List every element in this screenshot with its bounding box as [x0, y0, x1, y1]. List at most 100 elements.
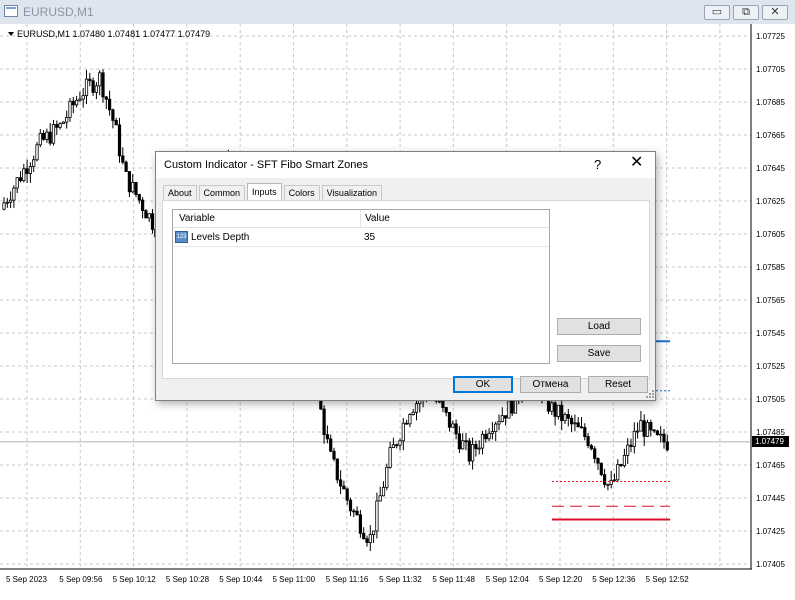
- help-button[interactable]: ?: [594, 157, 601, 172]
- candle-body: [401, 422, 405, 442]
- candle-body: [616, 464, 620, 481]
- candle-body: [550, 402, 554, 412]
- candle-body: [395, 444, 399, 447]
- candle-body: [467, 440, 471, 462]
- close-dialog-button[interactable]: ✕: [630, 155, 643, 171]
- candle-body: [8, 199, 13, 203]
- candle-body: [91, 80, 95, 93]
- column-header-variable[interactable]: Variable: [179, 213, 215, 224]
- candle-body: [355, 510, 359, 516]
- candle-body: [411, 411, 415, 415]
- candle-body: [365, 538, 369, 543]
- candle-body: [12, 187, 16, 201]
- candle-body: [612, 479, 617, 482]
- candle-body: [619, 464, 623, 467]
- candle-body: [342, 485, 346, 490]
- variable-value[interactable]: 35: [364, 232, 375, 243]
- window-titlebar: EURUSD,M1 ▭ ⧉ ✕: [0, 0, 795, 25]
- save-button[interactable]: Save: [557, 345, 641, 362]
- candle-body: [25, 168, 29, 174]
- price-axis-label: 1.07605: [756, 230, 785, 239]
- candle-body: [68, 100, 72, 118]
- cancel-button[interactable]: Отмена: [520, 376, 581, 393]
- tab-colors[interactable]: Colors: [283, 185, 320, 200]
- candle-body: [38, 132, 42, 146]
- column-divider[interactable]: [360, 210, 361, 227]
- candle-body: [586, 436, 590, 447]
- candle-body: [325, 434, 330, 440]
- candle-body: [553, 402, 557, 417]
- candle-body: [603, 474, 607, 485]
- candle-body: [609, 479, 613, 485]
- candle-body: [593, 448, 597, 459]
- candle-body: [566, 414, 570, 419]
- candle-body: [477, 447, 481, 450]
- price-axis-label: 1.07425: [756, 527, 785, 536]
- candle-body: [642, 420, 646, 437]
- candle-body: [404, 422, 409, 425]
- candle-body: [576, 422, 580, 428]
- candle-body: [32, 159, 36, 167]
- reset-button[interactable]: Reset: [588, 376, 648, 393]
- price-axis-label: 1.07525: [756, 362, 785, 371]
- candle-body: [101, 72, 105, 98]
- candle-body: [573, 422, 577, 425]
- column-header-value[interactable]: Value: [365, 213, 390, 224]
- restore-button[interactable]: ⧉: [733, 5, 759, 20]
- candle-body: [500, 415, 504, 422]
- candle-body: [348, 499, 353, 512]
- candle-body: [362, 532, 366, 540]
- tab-inputs[interactable]: Inputs: [247, 183, 282, 200]
- table-row[interactable]: 123 Levels Depth 35: [173, 229, 549, 247]
- candle-body: [385, 466, 389, 488]
- price-axis-label: 1.07705: [756, 65, 785, 74]
- price-axis-label: 1.07405: [756, 560, 785, 569]
- candle-body: [596, 458, 600, 464]
- time-axis-label: 5 Sep 12:36: [592, 575, 636, 584]
- candle-body: [570, 417, 574, 425]
- time-axis-label: 5 Sep 10:44: [219, 575, 263, 584]
- minimize-button[interactable]: ▭: [704, 5, 730, 20]
- close-window-button[interactable]: ✕: [762, 5, 788, 20]
- price-axis-label: 1.07725: [756, 32, 785, 41]
- candle-body: [622, 454, 627, 467]
- candle-body: [18, 177, 23, 182]
- candle-body: [2, 202, 6, 210]
- candle-body: [662, 433, 666, 443]
- candle-body: [150, 213, 155, 230]
- candle-body: [391, 444, 396, 449]
- price-axis-label: 1.07685: [756, 98, 785, 107]
- candle-body: [28, 166, 33, 174]
- dialog-titlebar: Custom Indicator - SFT Fibo Smart Zones …: [156, 152, 655, 178]
- ok-button[interactable]: OK: [453, 376, 513, 393]
- table-header: Variable Value: [173, 210, 549, 228]
- load-button[interactable]: Load: [557, 318, 641, 335]
- candle-body: [104, 96, 108, 100]
- price-axis-label: 1.07445: [756, 494, 785, 503]
- time-axis-label: 5 Sep 11:16: [325, 575, 369, 584]
- candle-body: [121, 155, 125, 163]
- candle-body: [497, 421, 501, 425]
- candle-body: [398, 440, 402, 446]
- tab-common[interactable]: Common: [198, 185, 246, 200]
- candle-body: [454, 423, 458, 435]
- candle-body: [22, 168, 26, 182]
- price-axis-label: 1.07505: [756, 395, 785, 404]
- tab-about[interactable]: About: [163, 185, 197, 200]
- candle-body: [632, 430, 636, 447]
- candle-body: [45, 131, 49, 140]
- dropdown-triangle-icon[interactable]: [8, 32, 14, 36]
- candle-body: [78, 98, 82, 101]
- candle-body: [147, 213, 151, 219]
- tab-visualization[interactable]: Visualization: [321, 185, 382, 200]
- candle-body: [84, 78, 89, 97]
- dialog-title: Custom Indicator - SFT Fibo Smart Zones: [164, 159, 368, 171]
- candle-body: [35, 144, 39, 161]
- price-axis-label: 1.07665: [756, 131, 785, 140]
- price-axis-label: 1.07565: [756, 296, 785, 305]
- candle-body: [358, 514, 363, 534]
- resize-grip-icon[interactable]: [646, 390, 654, 398]
- time-axis-label: 5 Sep 12:20: [539, 575, 583, 584]
- candle-body: [329, 438, 333, 452]
- candle-body: [335, 458, 339, 481]
